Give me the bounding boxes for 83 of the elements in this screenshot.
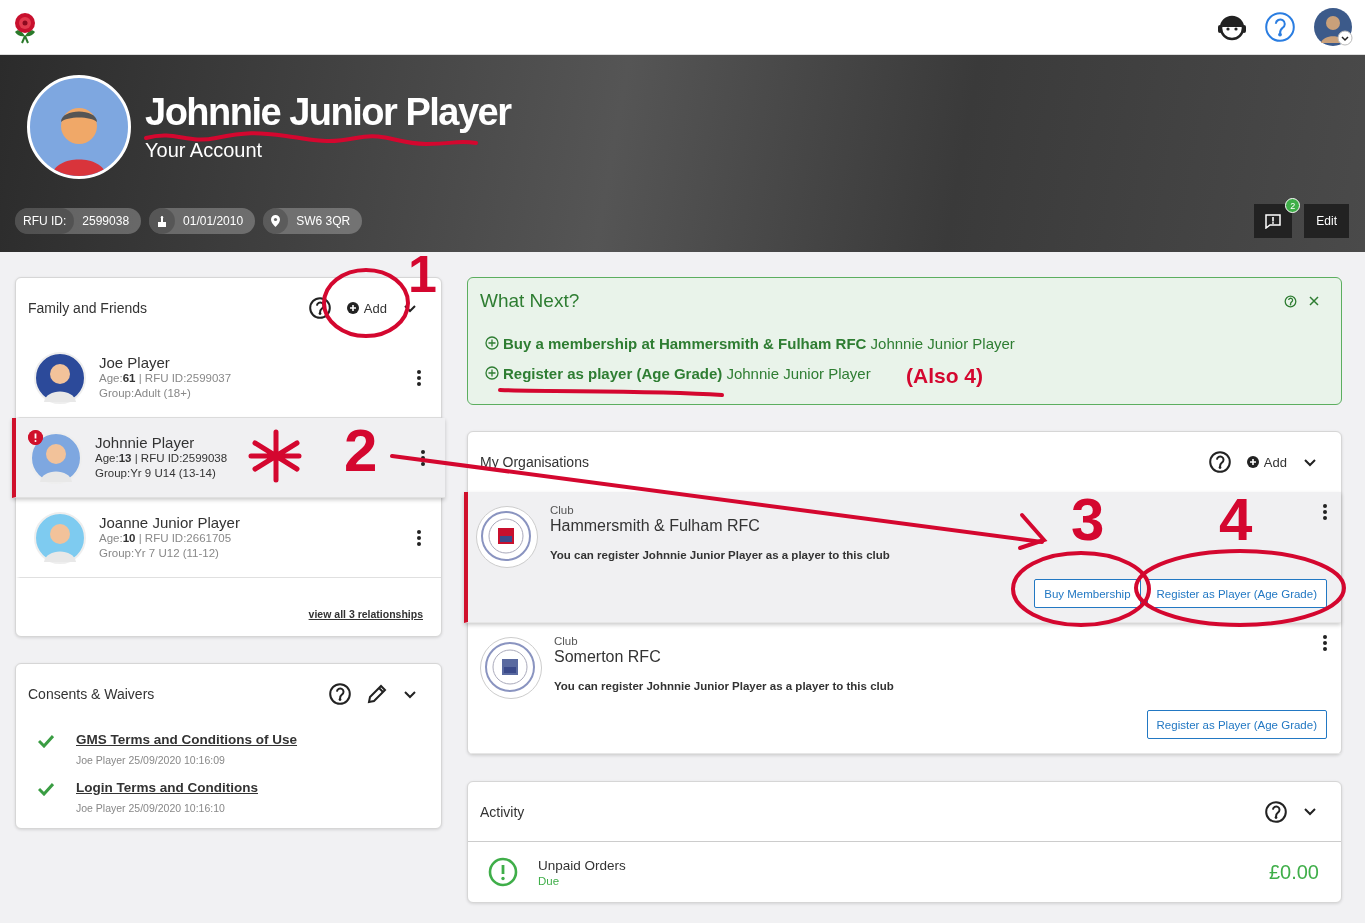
- close-icon: [1309, 296, 1319, 306]
- edit-button[interactable]: Edit: [1304, 204, 1349, 238]
- plus-circle-icon: [1246, 456, 1259, 468]
- annotation-number: 4: [1219, 490, 1253, 550]
- activity-status: Due: [538, 874, 561, 887]
- more-options-button[interactable]: [417, 529, 421, 546]
- organisation-type: Club: [550, 504, 575, 516]
- club-crest: [476, 506, 538, 568]
- kebab-icon: [1323, 635, 1327, 651]
- club-crest: [480, 637, 542, 699]
- activity-amount: £0.00: [1268, 860, 1319, 884]
- alert-circle-icon: [488, 857, 518, 887]
- organisation-row[interactable]: Club Somerton RFC You can register Johnnie Junior Player as a player to this club Register as Player (Age Grade): [468, 623, 1341, 754]
- kebab-icon: [417, 369, 421, 386]
- action-button[interactable]: Register as Player (Age Grade): [1146, 579, 1327, 608]
- asterisk-mark: [248, 429, 302, 483]
- card-title: Activity: [480, 803, 526, 820]
- organisation-name: Somerton RFC: [554, 648, 662, 666]
- cake-icon: [157, 215, 168, 227]
- help-icon[interactable]: [329, 683, 351, 705]
- consent-signature: Joe Player 25/09/2020 10:16:10: [76, 802, 226, 814]
- chip-label: RFU ID:: [15, 208, 75, 234]
- chevron-down-icon[interactable]: [403, 689, 417, 699]
- organisation-note: You can register Johnnie Junior Player as a player to this club: [550, 549, 891, 561]
- message-alert-icon: [1265, 213, 1282, 229]
- member-details: Age:61 | RFU ID:2599037: [99, 371, 233, 386]
- member-name: Joanne Junior Player: [99, 514, 241, 532]
- member-name: Johnnie Player: [95, 434, 196, 452]
- map-pin-icon: [271, 215, 281, 227]
- kebab-icon: [417, 529, 421, 546]
- member-name: Joe Player: [99, 354, 171, 372]
- card-title: Consents & Waivers: [28, 686, 156, 702]
- profile-subtitle: Your Account: [145, 139, 264, 163]
- action-button[interactable]: Buy Membership: [1034, 579, 1141, 608]
- organisation-name: Hammersmith & Fulham RFC: [550, 517, 761, 535]
- organisation-note: You can register Johnnie Junior Player as a player to this club: [554, 680, 895, 692]
- more-options-button[interactable]: [1323, 635, 1327, 651]
- kebab-icon: [421, 449, 425, 466]
- plus-circle-icon: [485, 336, 499, 350]
- plus-circle-icon: [485, 366, 499, 380]
- family-member-row[interactable]: Joe Player Age:61 | RFU ID:2599037 Group:Adult (18+): [16, 338, 441, 418]
- notification-badge: 2: [1285, 198, 1301, 213]
- annotation-note: (Also 4): [906, 365, 983, 386]
- plus-circle-icon: [346, 302, 359, 314]
- organisation-type: Club: [554, 635, 579, 647]
- more-options-button[interactable]: [421, 449, 425, 466]
- chip-value: 01/01/2010: [182, 214, 245, 228]
- help-icon[interactable]: [1265, 800, 1287, 823]
- user-avatar-menu[interactable]: [1313, 7, 1353, 47]
- suggestion-link[interactable]: Buy a membership at Hammersmith & Fulham RFC Johnnie Junior Player: [503, 334, 1015, 352]
- chevron-down-icon[interactable]: [1303, 457, 1317, 467]
- annotation-number: 1: [408, 248, 437, 300]
- consent-link[interactable]: GMS Terms and Conditions of Use: [76, 732, 298, 747]
- member-details: Age:13 | RFU ID:2599038: [95, 451, 229, 466]
- edit-pencil-icon[interactable]: [367, 684, 387, 704]
- family-member-row[interactable]: Joanne Junior Player Age:10 | RFU ID:2661705 Group:Yr 7 U12 (11-12): [16, 498, 441, 578]
- profile-name: Johnnie Junior Player: [145, 91, 511, 134]
- add-button[interactable]: Add: [346, 300, 387, 316]
- chevron-down-icon[interactable]: [1303, 807, 1317, 816]
- panel-title: What Next?: [480, 290, 581, 312]
- more-options-button[interactable]: [417, 369, 421, 386]
- messages-button[interactable]: [1254, 204, 1293, 238]
- close-button[interactable]: [1309, 296, 1319, 306]
- add-button[interactable]: Add: [1246, 454, 1287, 470]
- suggestion-link[interactable]: Register as player (Age Grade) Johnnie Junior Player: [503, 364, 871, 382]
- member-group: Group:Adult (18+): [99, 386, 417, 401]
- chevron-down-icon[interactable]: [403, 303, 417, 313]
- annotation-number: 3: [1071, 490, 1105, 550]
- member-details: Age:10 | RFU ID:2661705: [99, 531, 233, 546]
- chip-value: 2599038: [81, 214, 131, 228]
- view-all-link[interactable]: view all 3 relationships: [308, 608, 423, 620]
- more-options-button[interactable]: [1323, 504, 1327, 520]
- help-icon[interactable]: [1208, 451, 1231, 473]
- card-title: Family and Friends: [28, 300, 149, 316]
- chip-value: SW6 3QR: [295, 214, 352, 228]
- support-agent-icon[interactable]: [1217, 13, 1247, 41]
- kebab-icon: [1323, 504, 1327, 520]
- activity-label: Unpaid Orders: [538, 857, 627, 873]
- consent-signature: Joe Player 25/09/2020 10:16:09: [76, 754, 226, 766]
- help-icon[interactable]: [308, 297, 331, 319]
- action-button[interactable]: Register as Player (Age Grade): [1146, 710, 1327, 739]
- consent-link[interactable]: Login Terms and Conditions: [76, 780, 258, 795]
- member-group: Group:Yr 7 U12 (11-12): [99, 546, 417, 561]
